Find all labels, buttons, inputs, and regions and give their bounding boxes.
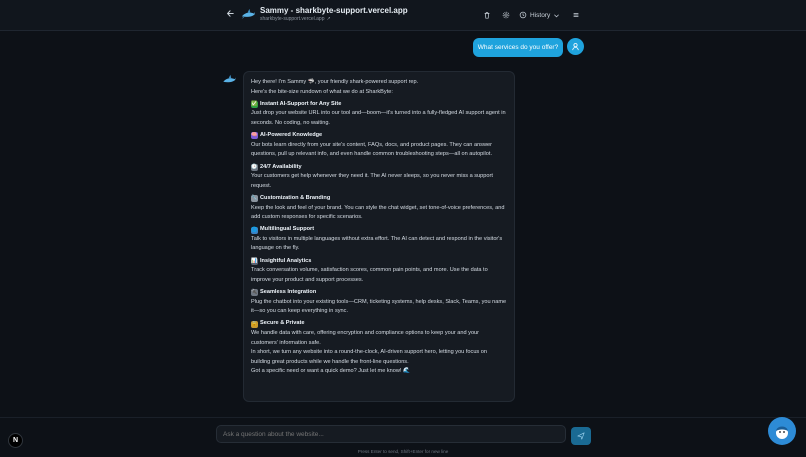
section-title: Multilingual Support — [260, 226, 315, 233]
shark-logo-icon — [241, 8, 256, 19]
section-body: Your customers get help whenever they ne… — [251, 173, 493, 189]
gear-icon — [502, 11, 510, 19]
site-link-text: sharkbyte-support.vercel.app — [260, 16, 325, 22]
user-message-bubble: What services do you offer? — [473, 38, 563, 57]
service-section: 🔒 Secure & Private We handle data with ca… — [251, 319, 507, 348]
section-body: Talk to visitors in multiple languages w… — [251, 235, 503, 252]
section-title: 24/7 Availability — [260, 163, 302, 170]
clock-emoji-icon: 🕒 — [251, 163, 258, 171]
section-title: Secure & Private — [260, 320, 305, 327]
chat-widget-launcher[interactable] — [768, 417, 796, 445]
arrow-left-icon — [226, 10, 234, 17]
service-section: ✅ Instant AI-Support for Any Site Just dr… — [251, 100, 507, 129]
service-section: 🌐 Multilingual Support Talk to visitors i… — [251, 225, 507, 254]
menu-button[interactable] — [570, 9, 582, 21]
send-button[interactable] — [571, 427, 591, 445]
globe-emoji-icon: 🌐 — [251, 226, 258, 234]
section-title: Customization & Branding — [260, 194, 331, 201]
bot-intro-2: Here's the bite-size rundown of what we … — [251, 88, 393, 95]
service-section: 🔌 Seamless Integration Plug the chatbot i… — [251, 288, 507, 317]
section-body: Plug the chatbot into your existing tool… — [251, 298, 507, 315]
service-section: 🕒 24/7 Availability Your customers get he… — [251, 163, 507, 192]
back-button[interactable] — [224, 9, 236, 21]
section-title: Seamless Integration — [260, 289, 317, 296]
section-body: Just drop your website URL into our tool… — [251, 110, 506, 126]
section-title: Instant AI-Support for Any Site — [260, 100, 342, 107]
section-body: We handle data with care, offering encry… — [251, 330, 480, 346]
section-body: Track conversation volume, satisfaction … — [251, 267, 488, 283]
section-title: AI-Powered Knowledge — [260, 132, 323, 139]
wrench-emoji-icon: 🔧 — [251, 195, 258, 203]
settings-button[interactable] — [500, 9, 512, 21]
service-section: 🧠 AI-Powered Knowledge Our bots learn dir… — [251, 131, 507, 160]
bot-avatar-icon — [223, 74, 236, 83]
section-body: Our bots learn directly from your site's… — [251, 141, 492, 158]
delete-chat-button[interactable] — [481, 9, 493, 21]
send-icon — [577, 432, 585, 440]
section-title: Insightful Analytics — [260, 257, 312, 264]
message-input[interactable] — [216, 425, 566, 443]
section-body: Keep the look and feel of your brand. Yo… — [251, 204, 505, 221]
service-section: 🔧 Customization & Branding Keep the look … — [251, 194, 507, 223]
menu-icon — [573, 13, 579, 17]
history-dropdown[interactable]: History — [519, 8, 560, 22]
chevron-down-icon — [554, 14, 560, 17]
bot-intro-1: Hey there! I'm Sammy 🦈, your friendly sh… — [251, 79, 419, 85]
lock-emoji-icon: 🔒 — [251, 320, 258, 328]
bot-message-card: Hey there! I'm Sammy 🦈, your friendly sh… — [243, 71, 515, 402]
page-title: Sammy - sharkbyte-support.vercel.app — [260, 6, 408, 15]
composer-hint: Press Enter to send, Shift+Enter for new… — [357, 449, 449, 454]
user-icon — [572, 43, 579, 51]
plug-emoji-icon: 🔌 — [251, 289, 258, 297]
service-section: 📊 Insightful Analytics Track conversation… — [251, 257, 507, 286]
dev-tools-badge[interactable]: N — [8, 433, 23, 448]
site-link[interactable]: sharkbyte-support.vercel.app ↗ — [260, 16, 331, 22]
top-header: Sammy - sharkbyte-support.vercel.app sha… — [0, 0, 806, 31]
clock-history-icon — [519, 11, 527, 19]
brain-emoji-icon: 🧠 — [251, 132, 258, 140]
external-link-icon: ↗ — [326, 16, 331, 22]
history-label: History — [530, 11, 551, 19]
bot-final: Got a specific need or want a quick demo… — [251, 368, 411, 375]
shark-mascot-icon — [776, 426, 788, 439]
check-emoji-icon: ✅ — [251, 101, 258, 109]
user-avatar — [567, 38, 584, 55]
trash-icon — [484, 12, 490, 19]
bot-closing: In short, we turn any website into a rou… — [251, 349, 487, 365]
chart-emoji-icon: 📊 — [251, 257, 258, 265]
